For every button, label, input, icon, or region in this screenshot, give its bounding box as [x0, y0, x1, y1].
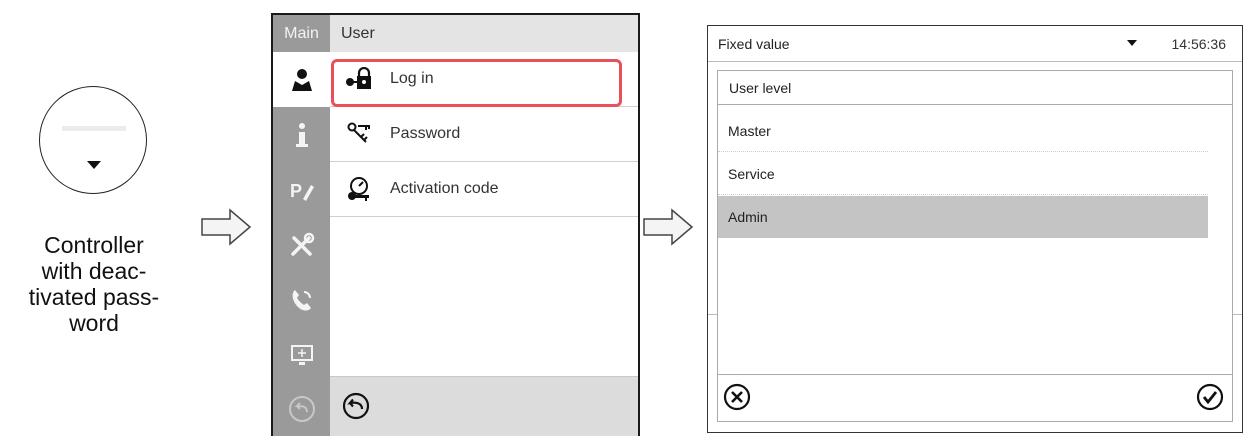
back-arrow-icon[interactable] [342, 392, 370, 420]
flow-arrow-icon [643, 208, 694, 246]
menu-item-password[interactable]: Password [330, 107, 638, 162]
controller-caption: Controller with deac- tivated pass- word [14, 232, 174, 336]
user-menu-panel: Main P User Log in Password Activation c… [271, 13, 640, 436]
sidebar-item-info[interactable] [273, 107, 330, 162]
menu-item-label: Password [390, 125, 461, 142]
keys-icon [344, 119, 374, 149]
user-icon [291, 68, 312, 91]
divider [708, 314, 717, 315]
magnifier-bottom-line [60, 193, 130, 194]
option-master[interactable]: Master [718, 110, 1208, 152]
activation-key-icon [344, 174, 374, 204]
menu-item-label: Activation code [390, 180, 499, 197]
dropdown-arrow-icon[interactable] [1127, 40, 1137, 46]
menu-title: User [330, 15, 638, 52]
header-title[interactable]: Fixed value [718, 36, 790, 52]
back-arrow-icon [288, 395, 315, 422]
caption-line: Controller [44, 232, 144, 258]
sidebar-item-settings[interactable] [273, 217, 330, 272]
log-in-highlight [331, 59, 622, 107]
program-edit-icon: P [290, 181, 314, 201]
sidebar-item-service[interactable] [273, 272, 330, 327]
svg-text:P: P [290, 181, 302, 201]
sidebar-title: Main [284, 25, 319, 42]
sidebar-item-user[interactable] [273, 52, 330, 107]
menu-item-activation-code[interactable]: Activation code [330, 162, 638, 217]
info-icon [295, 122, 308, 147]
display-icon [290, 344, 313, 365]
main-sidebar: Main P [273, 15, 330, 436]
divider [1233, 314, 1242, 315]
dialog-footer [718, 374, 1232, 421]
cancel-circle-icon[interactable] [723, 383, 751, 411]
clock-time: 14:56:36 [1171, 36, 1227, 52]
caption-line: with deac- [41, 258, 147, 284]
sidebar-item-display[interactable] [273, 327, 330, 382]
bottom-nav-bar [330, 376, 638, 436]
controller-magnifier [39, 86, 147, 194]
sidebar-item-back[interactable] [273, 381, 330, 436]
phone-service-icon [292, 289, 311, 310]
dropdown-arrow-icon [87, 161, 101, 169]
caption-line: word [69, 310, 119, 336]
caption-line: tivated pass- [28, 284, 160, 310]
sidebar-item-program[interactable]: P [273, 162, 330, 217]
panel-header: Fixed value 14:56:36 [708, 26, 1242, 62]
magnifier-top-line [62, 126, 126, 131]
tools-icon [290, 232, 314, 256]
option-service[interactable]: Service [718, 153, 1208, 195]
user-level-dialog: User level Master Service Admin [717, 70, 1233, 422]
confirm-check-icon[interactable] [1196, 383, 1224, 411]
dialog-title: User level [718, 71, 1232, 105]
flow-arrow-icon [201, 208, 252, 246]
user-level-panel: Fixed value 14:56:36 User level Master S… [707, 25, 1243, 433]
option-admin[interactable]: Admin [718, 196, 1208, 238]
